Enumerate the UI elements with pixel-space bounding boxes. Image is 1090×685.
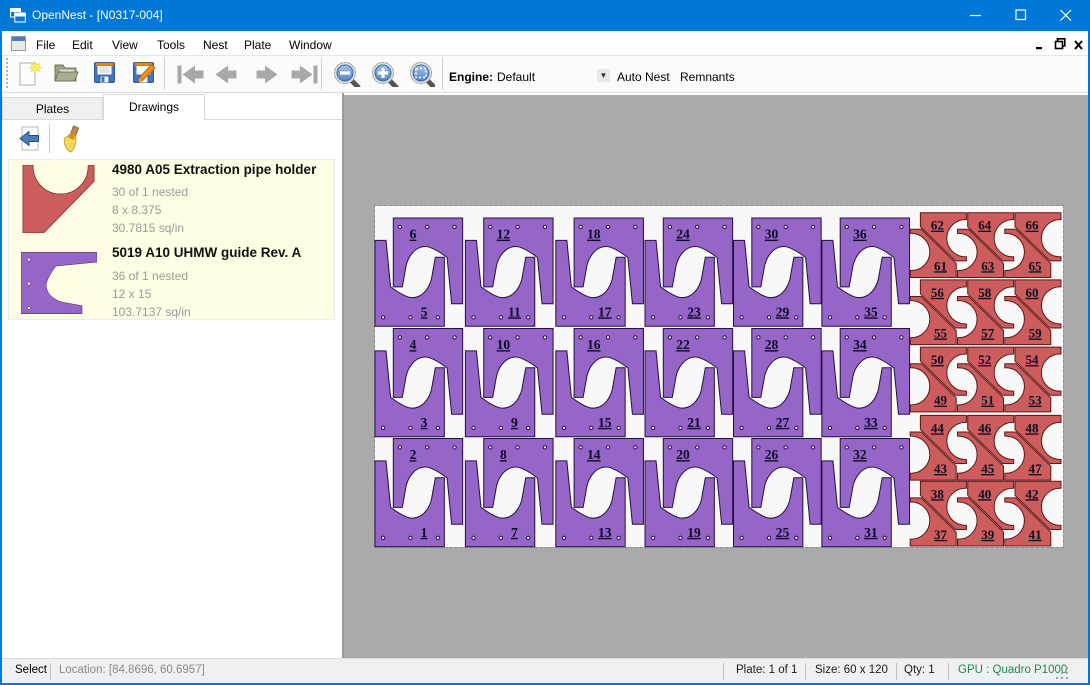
svg-text:40: 40 xyxy=(978,486,991,501)
svg-text:13: 13 xyxy=(598,525,612,540)
svg-text:38: 38 xyxy=(931,486,945,501)
svg-text:24: 24 xyxy=(676,227,690,242)
svg-text:54: 54 xyxy=(1026,352,1040,367)
svg-text:41: 41 xyxy=(1029,527,1042,542)
svg-text:34: 34 xyxy=(853,337,867,352)
svg-text:65: 65 xyxy=(1029,258,1043,273)
svg-text:8: 8 xyxy=(500,447,507,462)
svg-text:55: 55 xyxy=(934,326,948,341)
svg-text:2: 2 xyxy=(410,447,417,462)
svg-text:28: 28 xyxy=(765,337,779,352)
svg-text:23: 23 xyxy=(687,304,701,319)
svg-text:30: 30 xyxy=(765,227,779,242)
svg-text:32: 32 xyxy=(853,447,867,462)
svg-text:19: 19 xyxy=(687,525,701,540)
svg-text:42: 42 xyxy=(1026,486,1039,501)
svg-text:46: 46 xyxy=(978,420,992,435)
svg-text:29: 29 xyxy=(776,304,790,319)
svg-text:60: 60 xyxy=(1026,285,1039,300)
svg-text:47: 47 xyxy=(1029,461,1043,476)
svg-text:57: 57 xyxy=(981,326,995,341)
svg-text:17: 17 xyxy=(598,304,612,319)
svg-text:12: 12 xyxy=(497,227,511,242)
svg-text:36: 36 xyxy=(853,227,867,242)
svg-text:44: 44 xyxy=(931,420,945,435)
svg-text:21: 21 xyxy=(687,415,701,430)
svg-text:7: 7 xyxy=(511,525,518,540)
svg-text:39: 39 xyxy=(981,527,995,542)
svg-text:5: 5 xyxy=(421,304,428,319)
svg-text:49: 49 xyxy=(934,393,948,408)
svg-text:59: 59 xyxy=(1029,326,1043,341)
svg-text:1: 1 xyxy=(421,525,428,540)
svg-text:43: 43 xyxy=(934,461,948,476)
svg-text:4: 4 xyxy=(410,337,417,352)
svg-text:51: 51 xyxy=(981,393,994,408)
svg-text:37: 37 xyxy=(934,527,948,542)
svg-text:58: 58 xyxy=(978,285,992,300)
svg-text:62: 62 xyxy=(931,218,944,233)
svg-text:15: 15 xyxy=(598,415,612,430)
svg-text:61: 61 xyxy=(934,258,947,273)
svg-text:26: 26 xyxy=(765,447,779,462)
svg-text:64: 64 xyxy=(978,218,992,233)
svg-text:10: 10 xyxy=(497,337,511,352)
svg-text:31: 31 xyxy=(864,525,878,540)
svg-text:33: 33 xyxy=(864,415,878,430)
svg-text:14: 14 xyxy=(587,447,601,462)
svg-text:11: 11 xyxy=(508,304,521,319)
svg-text:56: 56 xyxy=(931,285,945,300)
svg-text:50: 50 xyxy=(931,352,944,367)
svg-text:3: 3 xyxy=(421,415,428,430)
svg-text:16: 16 xyxy=(587,337,601,352)
svg-text:9: 9 xyxy=(511,415,518,430)
svg-text:6: 6 xyxy=(410,227,417,242)
svg-text:27: 27 xyxy=(776,415,790,430)
svg-text:22: 22 xyxy=(676,337,690,352)
svg-text:52: 52 xyxy=(978,352,991,367)
svg-text:45: 45 xyxy=(981,461,995,476)
svg-text:48: 48 xyxy=(1026,420,1040,435)
svg-text:35: 35 xyxy=(864,304,878,319)
svg-text:20: 20 xyxy=(676,447,690,462)
svg-text:63: 63 xyxy=(981,258,995,273)
svg-text:53: 53 xyxy=(1029,393,1043,408)
svg-text:25: 25 xyxy=(776,525,790,540)
svg-text:18: 18 xyxy=(587,227,601,242)
svg-text:66: 66 xyxy=(1026,218,1040,233)
